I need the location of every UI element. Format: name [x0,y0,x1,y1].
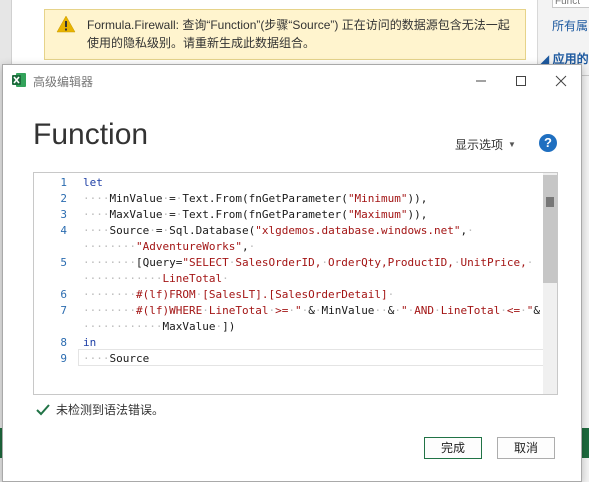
code-line: ········[Query="SELECT·SalesOrderID,·Ord… [83,256,534,269]
code-line: ····MinValue·=·Text.From(fnGetParameter(… [83,192,428,205]
code-line: ········"AdventureWorks",· [83,240,256,253]
line-number: 2 [60,192,67,205]
display-options-label: 显示选项 [455,138,504,152]
scrollbar-thumb[interactable] [543,175,557,283]
code-line: ····Source·=·Sql.Database("xlgdemos.data… [83,224,474,237]
warning-icon [56,15,76,33]
line-number: 3 [60,208,67,221]
excel-icon [12,73,26,87]
syntax-status-text: 未检测到语法错误。 [56,403,165,417]
line-number: 4 [60,224,67,237]
close-icon[interactable] [541,65,581,95]
minimize-icon[interactable] [461,65,501,95]
done-button[interactable]: 完成 [424,437,482,459]
cancel-button[interactable]: 取消 [497,437,555,459]
query-name-input[interactable]: Funct [552,0,589,8]
help-icon[interactable]: ? [539,134,557,152]
scroll-position-marker [546,197,554,207]
code-line: ····MaxValue·=·Text.From(fnGetParameter(… [83,208,428,221]
syntax-status: 未检测到语法错误。 [36,401,164,418]
formula-firewall-warning: Formula.Firewall: 查询“Function”(步骤“Source… [44,9,526,60]
status-bar-right [582,428,589,458]
warning-message: Formula.Firewall: 查询“Function”(步骤“Source… [87,18,510,50]
dialog-title: 高级编辑器 [33,75,94,89]
vertical-scrollbar[interactable] [543,173,557,394]
line-number: 1 [60,176,67,189]
line-number: 7 [60,304,67,317]
chevron-down-icon: ▼ [508,140,516,149]
code-text[interactable]: let ····MinValue·=·Text.From(fnGetParame… [83,173,543,394]
query-name-heading: Function [33,118,149,151]
advanced-editor-dialog: 高级编辑器 Function 显示选项 ▼ ? 1 2 3 4 5 6 7 8 9… [2,64,582,482]
line-number: 9 [60,352,67,365]
line-number-gutter: 1 2 3 4 5 6 7 8 9 [34,173,76,394]
line-number: 5 [60,256,67,269]
display-options-dropdown[interactable]: 显示选项 ▼ [455,136,516,153]
code-line: ············LineTotal· [83,272,229,285]
dialog-titlebar[interactable]: 高级编辑器 [3,65,581,95]
code-line: let [83,176,103,189]
maximize-icon[interactable] [501,65,541,95]
code-line: ········#(lf)WHERE·LineTotal·>=·"·&·MinV… [83,304,541,317]
line-number: 6 [60,288,67,301]
code-editor[interactable]: 1 2 3 4 5 6 7 8 9 let ····MinValue·=·Tex… [33,172,558,395]
code-line: ····Source [83,352,150,365]
line-number: 8 [60,336,67,349]
all-properties-link[interactable]: 所有属 [552,17,588,34]
code-line: ········#(lf)FROM·[SalesLT].[SalesOrderD… [83,288,395,301]
checkmark-icon [36,404,50,416]
code-line: ············MaxValue·]) [83,320,236,333]
code-line: in [83,336,97,349]
